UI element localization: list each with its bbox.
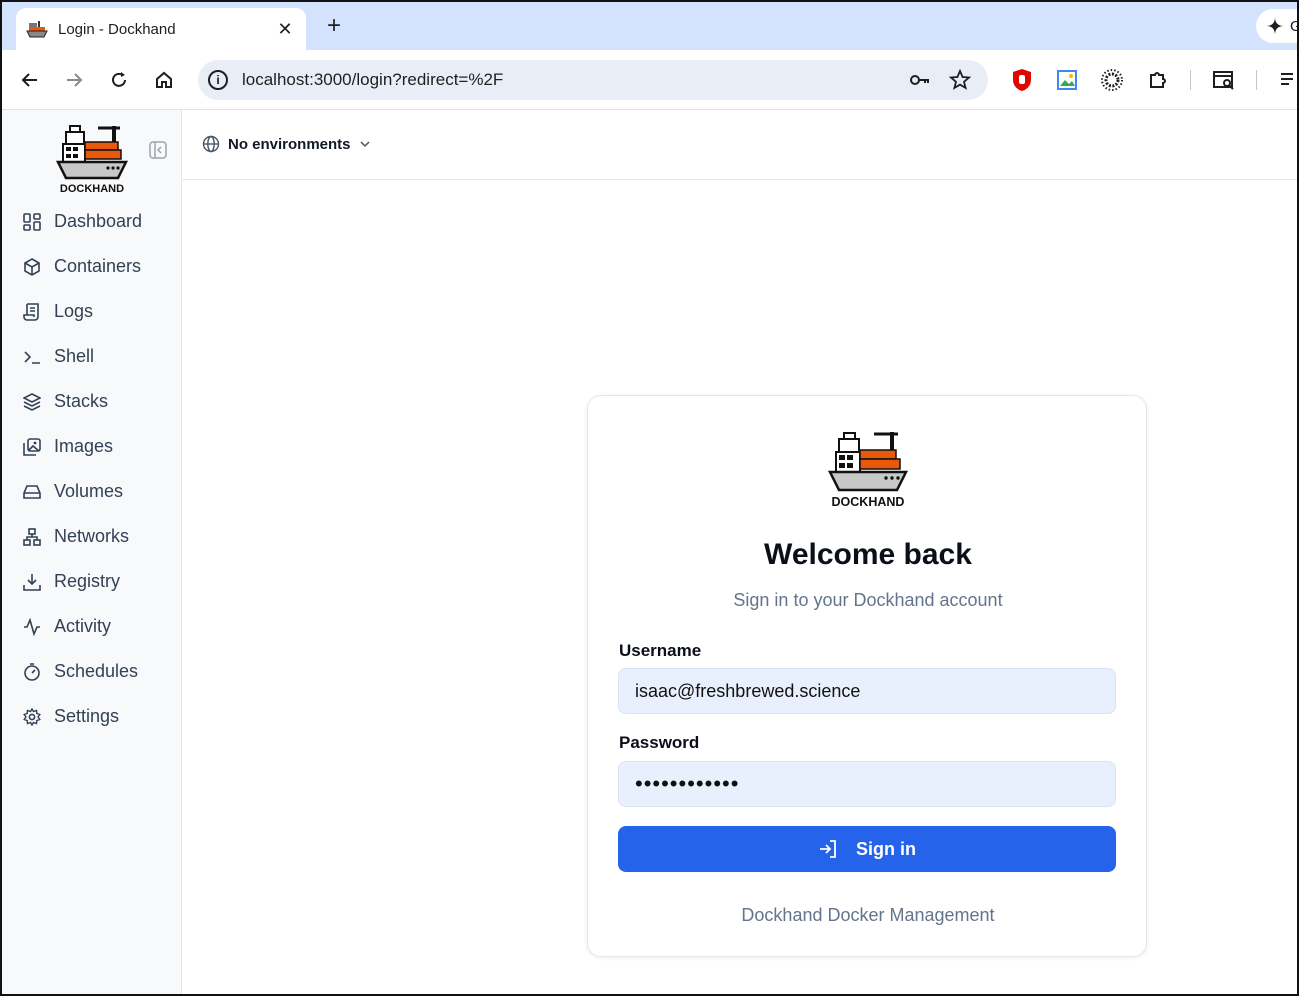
address-bar[interactable]: i localhost:3000/login?redirect=%2F — [198, 60, 988, 100]
extensions-puzzle-icon[interactable] — [1146, 68, 1170, 92]
home-icon[interactable] — [150, 66, 178, 94]
bookmark-star-icon[interactable] — [948, 68, 972, 92]
sidebar-item-activity[interactable]: Activity — [2, 604, 182, 649]
sidebar-item-networks[interactable]: Networks — [2, 514, 182, 559]
sidebar-item-label: Networks — [54, 526, 130, 546]
reload-icon[interactable] — [105, 66, 133, 94]
sunburst-extension-icon[interactable] — [1100, 68, 1124, 92]
scroll-icon — [22, 302, 42, 322]
download-icon — [22, 572, 42, 592]
sidebar-item-images[interactable]: Images — [2, 424, 182, 469]
login-card: DOCKHAND Welcome back Sign in to your Do… — [587, 395, 1147, 957]
sidebar-item-shell[interactable]: Shell — [2, 334, 182, 379]
sidebar-item-schedules[interactable]: Schedules — [2, 649, 182, 694]
browser-tab[interactable]: Login - Dockhand ✕ — [16, 8, 306, 50]
sidebar-collapse-icon[interactable] — [149, 141, 167, 159]
drive-icon — [22, 482, 42, 502]
password-label: Password — [619, 733, 700, 752]
sidebar-item-label: Registry — [54, 571, 121, 591]
new-tab-button[interactable]: + — [320, 12, 348, 40]
sidebar-item-label: Activity — [54, 616, 112, 636]
image-extension-icon[interactable] — [1055, 68, 1079, 92]
password-key-icon[interactable] — [908, 68, 932, 92]
environment-selector[interactable]: No environments — [202, 135, 371, 153]
site-info-icon[interactable]: i — [208, 70, 228, 90]
gemini-button[interactable]: G — [1256, 9, 1297, 43]
dockhand-logo: DOCKHAND — [827, 432, 909, 509]
sidebar-item-dashboard[interactable]: Dashboard — [2, 199, 182, 244]
globe-icon — [202, 135, 220, 153]
layers-icon — [22, 392, 42, 412]
gemini-label: G — [1290, 18, 1297, 35]
sidebar-item-settings[interactable]: Settings — [2, 694, 182, 739]
app-header: No environments — [182, 110, 1297, 180]
dashboard-icon — [22, 212, 42, 232]
sidebar-item-label: Containers — [54, 256, 142, 276]
url-text[interactable]: localhost:3000/login?redirect=%2F — [242, 70, 908, 90]
sidebar-item-volumes[interactable]: Volumes — [2, 469, 182, 514]
password-field[interactable]: •••••••••••• — [618, 761, 1116, 807]
ublock-extension-icon[interactable] — [1010, 68, 1034, 92]
username-field[interactable]: isaac@freshbrewed.science — [618, 668, 1116, 714]
terminal-icon — [22, 347, 42, 367]
sidebar-item-label: Logs — [54, 301, 94, 321]
toolbar-divider — [1190, 70, 1191, 90]
dockhand-logo[interactable]: DOCKHAND — [54, 120, 130, 196]
sidebar-item-label: Stacks — [54, 391, 109, 411]
browser-toolbar: i localhost:3000/login?redirect=%2F — [2, 50, 1297, 110]
sign-in-label: Sign in — [856, 838, 916, 859]
tab-strip: Login - Dockhand ✕ + G — [2, 2, 1297, 50]
images-icon — [22, 437, 42, 457]
sidebar-item-label: Volumes — [54, 481, 124, 501]
sign-in-button[interactable]: Sign in — [618, 826, 1116, 872]
network-icon — [22, 527, 42, 547]
tab-search-icon[interactable] — [1212, 68, 1236, 92]
sidebar-logo-text: DOCKHAND — [60, 183, 124, 195]
tab-close-icon[interactable]: ✕ — [274, 19, 296, 40]
log-in-icon — [820, 840, 836, 858]
box-icon — [22, 257, 42, 277]
gear-icon — [22, 707, 42, 727]
app-sidebar: DOCKHAND Dashboard Containers Logs Shell — [2, 110, 182, 994]
sidebar-item-registry[interactable]: Registry — [2, 559, 182, 604]
login-footer: Dockhand Docker Management — [741, 905, 995, 925]
username-label: Username — [619, 641, 702, 660]
reading-list-icon[interactable] — [1278, 68, 1297, 92]
sidebar-item-label: Shell — [54, 346, 95, 366]
environment-label: No environments — [228, 135, 351, 153]
sidebar-item-containers[interactable]: Containers — [2, 244, 182, 289]
back-icon[interactable] — [16, 66, 44, 94]
activity-icon — [22, 617, 42, 637]
sidebar-item-stacks[interactable]: Stacks — [2, 379, 182, 424]
forward-icon[interactable] — [60, 66, 88, 94]
login-subtitle: Sign in to your Dockhand account — [733, 590, 1003, 610]
browser-window: Login - Dockhand ✕ + G i localhost:3000/… — [0, 0, 1299, 996]
toolbar-divider — [1256, 70, 1257, 90]
sidebar-item-label: Dashboard — [54, 211, 143, 231]
sidebar-nav: Dashboard Containers Logs Shell Stacks I… — [2, 199, 182, 739]
ship-favicon-icon — [26, 21, 48, 38]
chevron-down-icon — [360, 141, 370, 148]
sidebar-item-label: Images — [54, 436, 114, 456]
sidebar-item-logs[interactable]: Logs — [2, 289, 182, 334]
tab-title: Login - Dockhand — [58, 20, 176, 38]
timer-icon — [22, 662, 42, 682]
sidebar-item-label: Schedules — [54, 661, 139, 681]
sparkle-icon — [1266, 17, 1284, 35]
login-title: Welcome back — [764, 538, 972, 571]
card-logo-text: DOCKHAND — [832, 495, 905, 509]
sidebar-item-label: Settings — [54, 706, 120, 726]
